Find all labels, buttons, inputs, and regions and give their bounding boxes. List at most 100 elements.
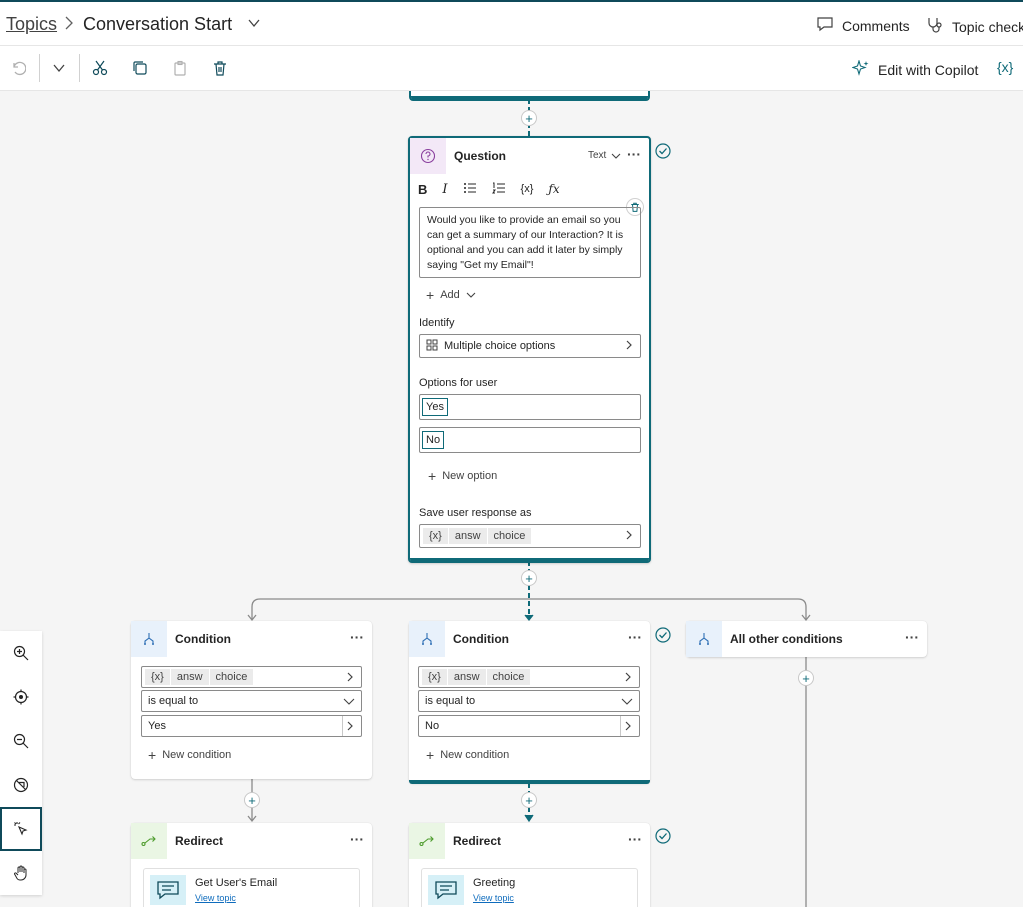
condition-value-field[interactable]: No [418,715,640,737]
select-pointer-icon[interactable] [0,807,42,851]
variable-chip-answ: answ [448,528,487,544]
identify-selector[interactable]: Multiple choice options [419,334,641,358]
canvas-tools-panel [0,631,42,895]
condition-operator-select[interactable]: is equal to [418,690,640,712]
more-options-button[interactable]: ··· [905,629,919,645]
topic-checker-button[interactable]: Topic check [926,16,1023,37]
redirect-topic-name: Greeting [473,877,516,889]
italic-icon[interactable]: I [442,182,447,197]
more-options-button[interactable]: ··· [627,146,641,162]
plus-icon: + [426,747,435,763]
page-title: Conversation Start [83,14,233,34]
more-options-button[interactable]: ··· [628,629,642,645]
stethoscope-icon [926,16,944,37]
identify-value: Multiple choice options [444,340,556,352]
field-divider [342,716,343,736]
comments-label: Comments [842,17,910,34]
redirect-topic-card[interactable]: Get User's Email View topic [143,868,360,907]
question-node[interactable]: Question Text ··· B I {x} ƒx Would you l… [408,136,651,563]
fit-to-view-icon[interactable] [0,675,42,719]
chevron-right-icon [626,530,632,540]
variables-button[interactable]: {x} [997,59,1013,75]
bulleted-list-icon[interactable] [463,182,477,197]
field-divider [620,716,621,736]
condition-title: Condition [175,632,231,646]
chevron-right-icon [625,672,631,682]
add-node-button[interactable]: + [521,110,537,126]
zoom-out-icon[interactable] [0,719,42,763]
redirect-topic-card[interactable]: Greeting View topic [421,868,638,907]
chevron-right-icon [626,340,632,350]
condition-variable[interactable]: {x} answ choice [141,666,362,688]
insert-variable-icon[interactable]: {x} [521,183,534,195]
identify-label: Identify [419,317,455,329]
bold-icon[interactable]: B [418,182,427,197]
condition-value-field[interactable]: Yes [141,715,362,737]
add-label: Add [440,289,460,301]
breadcrumb-topics-link[interactable]: Topics [6,14,57,35]
condition-operator: is equal to [148,695,199,707]
redirect-icon [409,823,445,859]
response-type-dropdown[interactable]: Text [588,150,621,161]
redirect-topic-name: Get User's Email [195,877,278,889]
add-node-button[interactable]: + [521,792,537,808]
sparkle-icon [851,59,870,79]
variable-icon: {x} [422,669,447,685]
topic-message-icon [428,875,464,905]
question-icon [410,138,446,174]
variable-chip-answ: answ [170,669,209,685]
undo-icon[interactable] [8,58,28,78]
authoring-canvas[interactable]: + Question Text ··· B I {x} ƒx Would you… [0,91,1023,907]
condition-variable[interactable]: {x} answ choice [418,666,640,688]
condition-title: Condition [453,632,509,646]
pan-hand-icon[interactable] [0,851,42,895]
formatting-toolbar: B I {x} ƒx [418,180,560,198]
condition-node-header: Condition [409,621,650,657]
condition-node-no[interactable]: Condition ··· {x} answ choice is equal t… [409,621,650,784]
title-chevron-down-icon[interactable] [247,16,261,33]
new-condition-button[interactable]: + New condition [426,747,509,763]
add-node-button[interactable]: + [244,792,260,808]
question-node-title: Question [454,149,507,163]
numbered-list-icon[interactable] [491,182,506,197]
add-node-button[interactable]: + [798,670,814,686]
new-option-button[interactable]: + New option [428,468,497,484]
option-no-field[interactable]: No [419,427,641,453]
condition-operator-select[interactable]: is equal to [141,690,362,712]
more-options-button[interactable]: ··· [350,831,364,847]
option-yes-field[interactable]: Yes [419,394,641,420]
view-topic-link[interactable]: View topic [473,893,514,903]
topic-checker-label: Topic check [952,18,1023,35]
view-topic-link[interactable]: View topic [195,893,236,903]
comments-button[interactable]: Comments [816,16,910,35]
formula-icon[interactable]: ƒx [548,182,559,196]
save-response-variable[interactable]: {x} answ choice [419,524,641,548]
redirect-node-greeting[interactable]: Redirect ··· Greeting View topic [409,823,650,907]
undo-menu-chevron-down-icon[interactable] [49,58,69,78]
more-options-button[interactable]: ··· [350,629,364,645]
topic-message-icon [150,875,186,905]
variable-chip-choice: choice [487,528,532,544]
all-other-conditions-node[interactable]: All other conditions ··· [686,621,927,657]
add-node-button[interactable]: + [521,570,537,586]
add-content-button[interactable]: + Add [426,287,476,303]
new-option-label: New option [442,470,498,482]
condition-node-yes[interactable]: Condition ··· {x} answ choice is equal t… [131,621,372,779]
cut-icon[interactable] [90,58,110,78]
edit-with-copilot-button[interactable]: Edit with Copilot [851,59,979,79]
variable-icon: {x} [145,669,170,685]
page-header: Topics Conversation Start Comments Topic… [0,0,1023,46]
zoom-in-icon[interactable] [0,631,42,675]
options-label: Options for user [419,377,498,389]
minimap-off-icon[interactable] [0,763,42,807]
paste-icon[interactable] [170,58,190,78]
redirect-node-email[interactable]: Redirect ··· Get User's Email View topic [131,823,372,907]
plus-icon: + [426,287,435,303]
save-response-label: Save user response as [419,507,532,519]
copy-icon[interactable] [130,58,150,78]
new-condition-button[interactable]: + New condition [148,747,231,763]
edit-with-copilot-label: Edit with Copilot [878,61,979,78]
delete-icon[interactable] [210,58,230,78]
more-options-button[interactable]: ··· [628,831,642,847]
message-textarea[interactable]: Would you like to provide an email so yo… [419,207,641,278]
